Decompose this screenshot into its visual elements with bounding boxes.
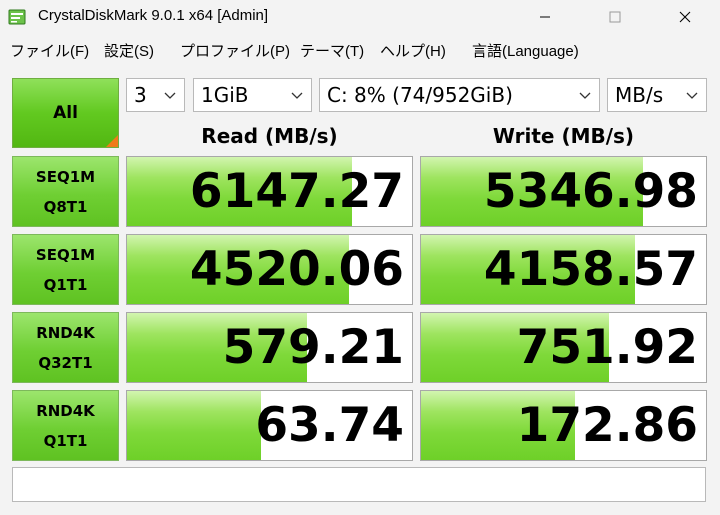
chevron-down-icon — [291, 92, 303, 99]
write-result-seq1m-q8t1: 5346.98 — [420, 156, 707, 227]
test-button-seq1m-q8t1[interactable]: SEQ1M Q8T1 — [12, 156, 119, 227]
write-result-value: 172.86 — [516, 398, 698, 453]
close-button[interactable] — [662, 0, 708, 34]
test-count-select[interactable]: 3 — [126, 78, 185, 112]
comment-input[interactable] — [12, 467, 706, 502]
test-label-line1: SEQ1M — [35, 245, 96, 264]
menu-file[interactable]: ファイル(F) — [10, 40, 89, 61]
all-button-label: All — [53, 103, 78, 123]
test-button-rnd4k-q1t1[interactable]: RND4K Q1T1 — [12, 390, 119, 461]
write-result-value: 751.92 — [516, 320, 698, 375]
test-label-line2: Q1T1 — [43, 431, 88, 450]
window-title: CrystalDiskMark 9.0.1 x64 [Admin] — [38, 7, 269, 24]
test-button-rnd4k-q32t1[interactable]: RND4K Q32T1 — [12, 312, 119, 383]
write-column-header: Write (MB/s) — [492, 124, 635, 148]
maximize-button[interactable] — [592, 0, 638, 34]
all-button[interactable]: All — [12, 78, 119, 148]
test-label-line1: RND4K — [36, 401, 95, 420]
crystaldiskmark-app-icon — [8, 8, 26, 26]
read-result-rnd4k-q1t1: 63.74 — [126, 390, 413, 461]
read-result-seq1m-q8t1: 6147.27 — [126, 156, 413, 227]
minimize-icon — [540, 16, 550, 18]
menu-help[interactable]: ヘルプ(H) — [380, 40, 446, 61]
read-column-header: Read (MB/s) — [201, 124, 338, 148]
read-result-value: 579.21 — [222, 320, 404, 375]
chevron-down-icon — [164, 92, 176, 99]
chevron-down-icon — [686, 92, 698, 99]
read-result-bar — [127, 391, 261, 460]
read-result-seq1m-q1t1: 4520.06 — [126, 234, 413, 305]
write-result-rnd4k-q1t1: 172.86 — [420, 390, 707, 461]
test-label-line1: RND4K — [36, 323, 95, 342]
read-result-value: 4520.06 — [189, 242, 404, 297]
test-count-value: 3 — [134, 83, 147, 107]
test-label-line2: Q1T1 — [43, 275, 88, 294]
write-result-seq1m-q1t1: 4158.57 — [420, 234, 707, 305]
write-result-value: 4158.57 — [483, 242, 698, 297]
maximize-icon — [609, 11, 621, 23]
minimize-button[interactable] — [522, 0, 568, 34]
write-result-value: 5346.98 — [483, 164, 698, 219]
menu-profile[interactable]: プロファイル(P) — [180, 40, 290, 61]
chevron-down-icon — [579, 92, 591, 99]
read-result-value: 6147.27 — [189, 164, 404, 219]
read-result-rnd4k-q32t1: 579.21 — [126, 312, 413, 383]
menu-theme[interactable]: テーマ(T) — [300, 40, 364, 61]
menu-settings[interactable]: 設定(S) — [104, 40, 154, 61]
unit-select[interactable]: MB/s — [607, 78, 707, 112]
test-size-value: 1GiB — [201, 83, 249, 107]
drive-value: C: 8% (74/952GiB) — [327, 83, 513, 107]
title-bar: CrystalDiskMark 9.0.1 x64 [Admin] — [0, 0, 720, 34]
test-label-line2: Q8T1 — [43, 197, 88, 216]
test-size-select[interactable]: 1GiB — [193, 78, 312, 112]
test-label-line1: SEQ1M — [35, 167, 96, 186]
read-result-value: 63.74 — [255, 398, 404, 453]
menu-language[interactable]: 言語(Language) — [472, 40, 579, 61]
close-icon — [679, 11, 691, 23]
write-result-rnd4k-q32t1: 751.92 — [420, 312, 707, 383]
drive-select[interactable]: C: 8% (74/952GiB) — [319, 78, 600, 112]
unit-value: MB/s — [615, 83, 664, 107]
menu-bar: ファイル(F) 設定(S) プロファイル(P) テーマ(T) ヘルプ(H) 言語… — [0, 36, 720, 64]
test-label-line2: Q32T1 — [38, 353, 93, 372]
test-button-seq1m-q1t1[interactable]: SEQ1M Q1T1 — [12, 234, 119, 305]
all-corner-marker — [106, 135, 118, 147]
